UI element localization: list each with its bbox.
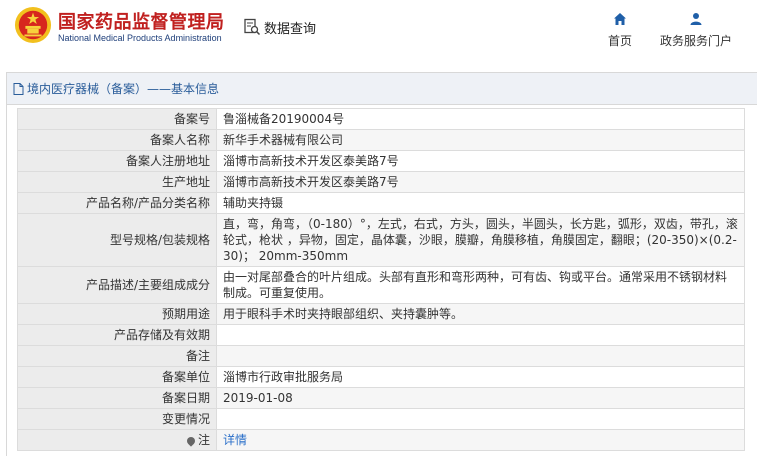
row-value: 用于眼科手术时夹持眼部组织、夹持囊肿等。: [216, 303, 745, 325]
row-label: 备案日期: [17, 387, 217, 409]
nav-home-label: 首页: [607, 34, 632, 48]
table-row: 备案人名称 新华手术器械有限公司: [17, 129, 745, 151]
details-link[interactable]: 详情: [223, 433, 247, 447]
nav-gov-portal-label: 政务服务门户: [659, 34, 732, 48]
row-label: 变更情况: [17, 408, 217, 430]
site-header: 国家药品监督管理局 National Medical Products Admi…: [0, 0, 757, 62]
table-row: 生产地址 淄博市高新技术开发区泰美路7号: [17, 171, 745, 193]
row-value: 直，弯，角弯，（0-180）°，左式，右式，方头，圆头，半圆头，长方匙，弧形，双…: [216, 213, 745, 267]
row-label: 备案人名称: [17, 129, 217, 151]
site-logo-subtitle: National Medical Products Administration: [58, 33, 222, 43]
table-row: 备案日期 2019-01-08: [17, 387, 745, 409]
info-table: 备案号 鲁淄械备20190004号 备案人名称 新华手术器械有限公司 备案人注册…: [17, 108, 745, 451]
table-row: 型号规格/包装规格 直，弯，角弯，（0-180）°，左式，右式，方头，圆头，半圆…: [17, 213, 745, 267]
home-icon: [614, 13, 626, 25]
row-value: 淄博市高新技术开发区泰美路7号: [216, 171, 745, 193]
document-icon: [13, 82, 24, 95]
data-query-link[interactable]: 数据查询: [243, 17, 316, 37]
row-value: [216, 345, 745, 367]
basic-info-panel: 境内医疗器械（备案）——基本信息 备案号 鲁淄械备20190004号 备案人名称…: [6, 72, 757, 456]
national-emblem-icon: [14, 6, 52, 44]
user-icon: [690, 13, 702, 25]
table-row: 产品描述/主要组成成分 由一对尾部叠合的叶片组成。头部有直形和弯形两种，可有齿、…: [17, 266, 745, 304]
table-row: 备案号 鲁淄械备20190004号: [17, 108, 745, 130]
row-value: 由一对尾部叠合的叶片组成。头部有直形和弯形两种，可有齿、钩或平台。通常采用不锈钢…: [216, 266, 745, 304]
row-label: 备注: [17, 345, 217, 367]
table-row: 备案人注册地址 淄博市高新技术开发区泰美路7号: [17, 150, 745, 172]
panel-title-bar: 境内医疗器械（备案）——基本信息: [7, 73, 757, 105]
pin-icon: [185, 434, 197, 447]
row-label-note: 注: [17, 429, 217, 451]
row-label: 备案单位: [17, 366, 217, 388]
row-label: 产品描述/主要组成成分: [17, 266, 217, 304]
row-value: 2019-01-08: [216, 387, 745, 409]
row-value: 详情: [216, 429, 745, 451]
table-row: 备注: [17, 345, 745, 367]
row-label: 产品存储及有效期: [17, 324, 217, 346]
row-label: 预期用途: [17, 303, 217, 325]
table-row: 预期用途 用于眼科手术时夹持眼部组织、夹持囊肿等。: [17, 303, 745, 325]
table-row: 注 详情: [17, 429, 745, 451]
row-label: 型号规格/包装规格: [17, 213, 217, 267]
row-value: 新华手术器械有限公司: [216, 129, 745, 151]
panel-title: 境内医疗器械（备案）——基本信息: [27, 82, 220, 96]
table-row: 产品存储及有效期: [17, 324, 745, 346]
table-row: 变更情况: [17, 408, 745, 430]
table-row: 产品名称/产品分类名称 辅助夹持镊: [17, 192, 745, 214]
row-value: [216, 324, 745, 346]
row-value: [216, 408, 745, 430]
row-value: 淄博市行政审批服务局: [216, 366, 745, 388]
row-label: 生产地址: [17, 171, 217, 193]
data-query-label: 数据查询: [264, 21, 317, 37]
document-search-icon: [244, 18, 261, 36]
site-logo-title: 国家药品监督管理局: [58, 12, 225, 33]
nav-gov-portal[interactable]: 政务服务门户: [657, 12, 735, 49]
nav-home[interactable]: 首页: [604, 12, 636, 49]
row-value: 鲁淄械备20190004号: [216, 108, 745, 130]
table-row: 备案单位 淄博市行政审批服务局: [17, 366, 745, 388]
row-label: 产品名称/产品分类名称: [17, 192, 217, 214]
row-label: 备案人注册地址: [17, 150, 217, 172]
row-label: 注: [197, 433, 210, 447]
row-value: 淄博市高新技术开发区泰美路7号: [216, 150, 745, 172]
row-label: 备案号: [17, 108, 217, 130]
row-value: 辅助夹持镊: [216, 192, 745, 214]
